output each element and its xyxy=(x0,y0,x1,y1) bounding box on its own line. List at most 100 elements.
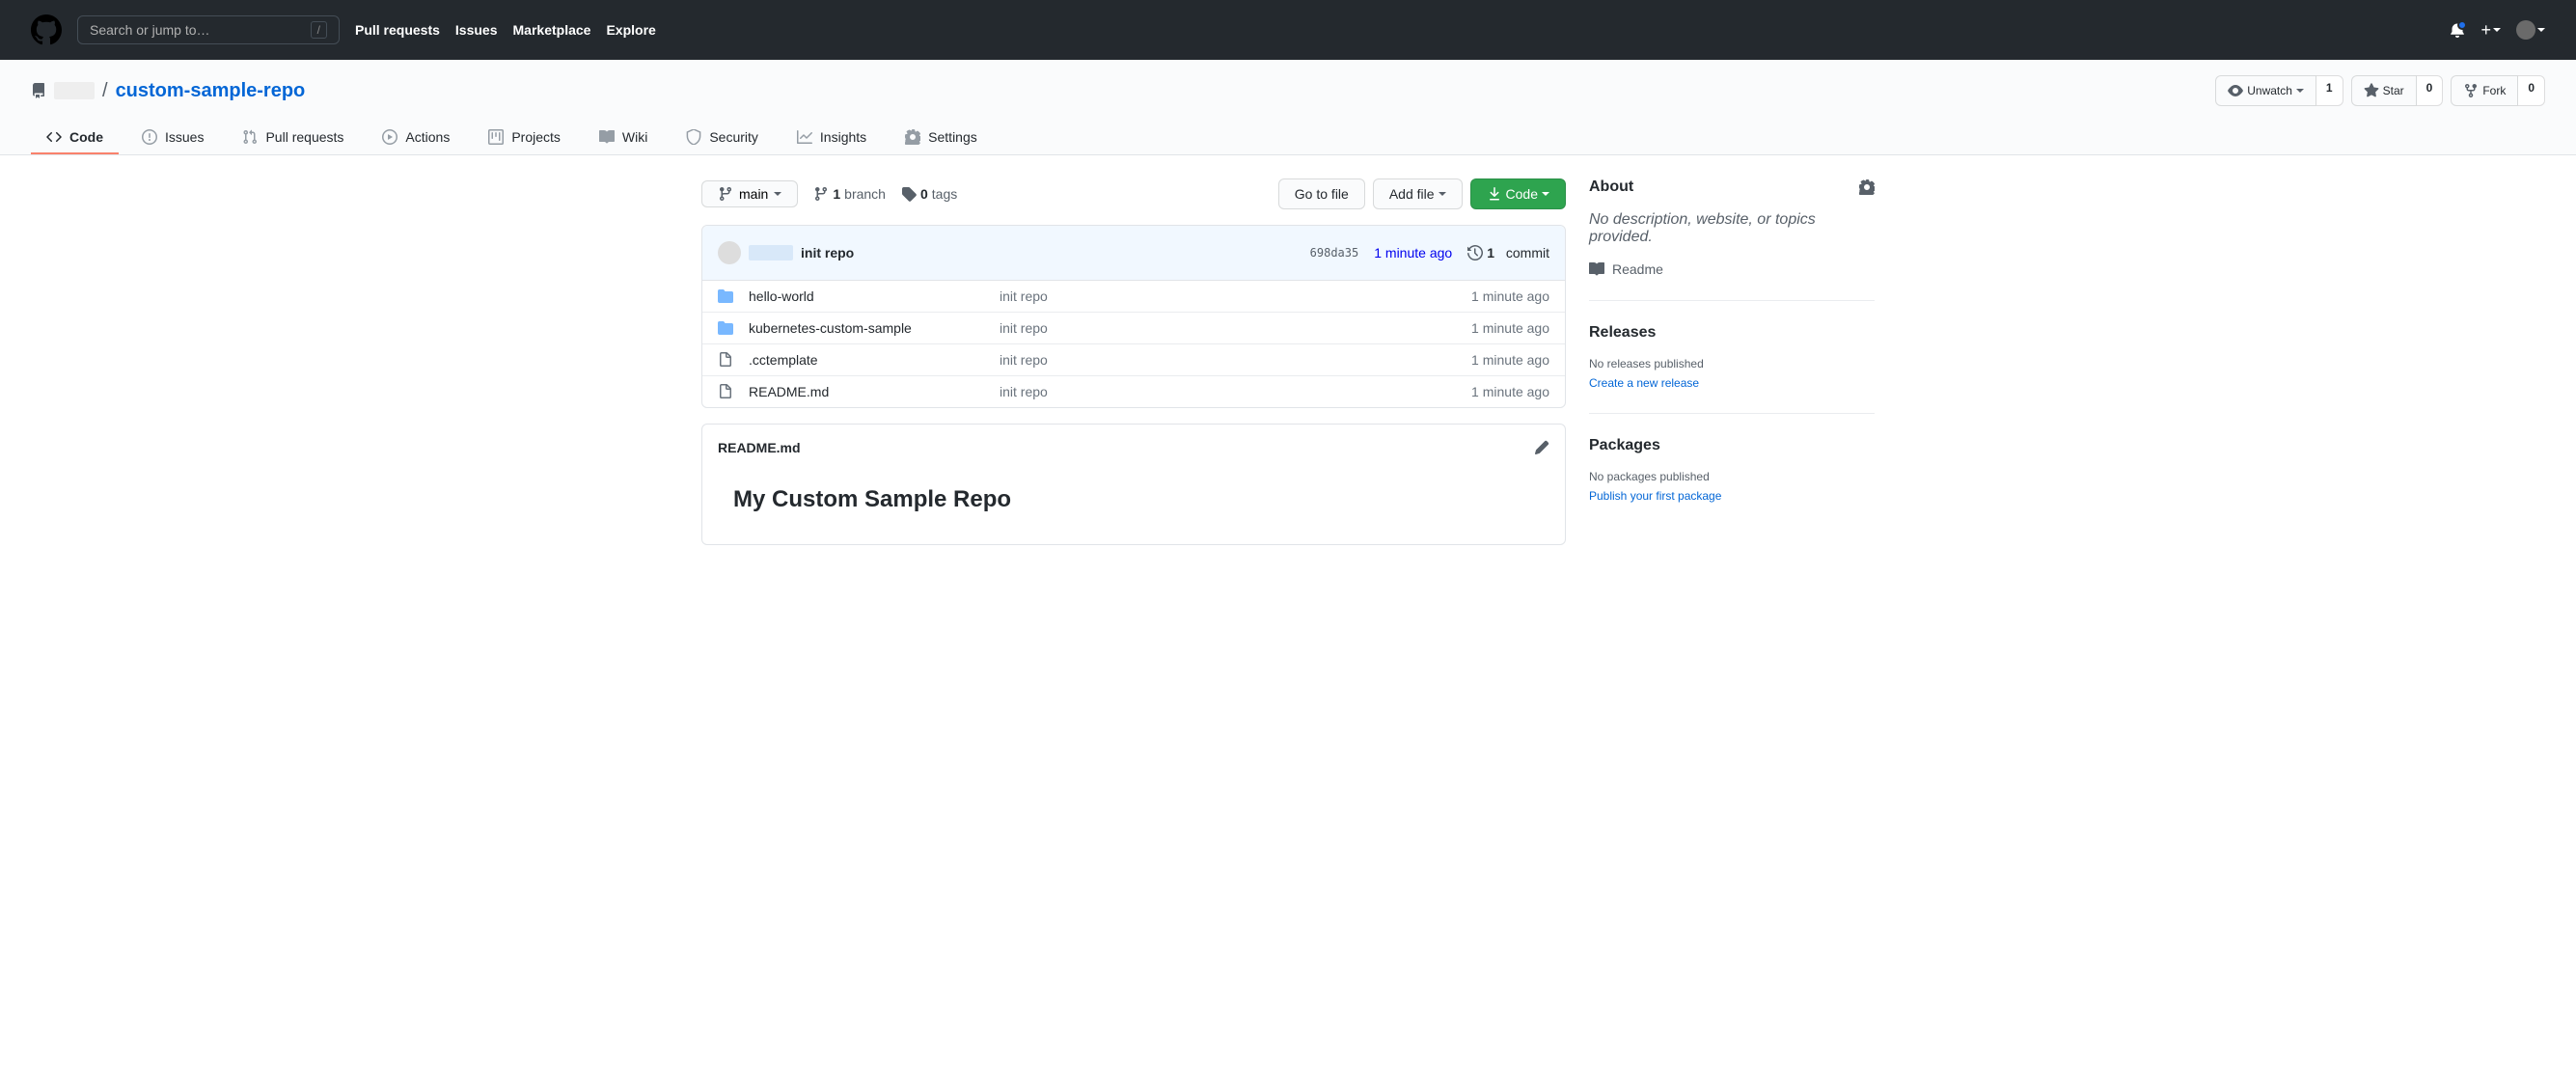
file-list-box: init repo 698da35 1 minute ago 1 commit … xyxy=(701,225,1566,408)
gear-icon xyxy=(905,129,920,145)
tab-insights[interactable]: Insights xyxy=(781,122,882,154)
file-time: 1 minute ago xyxy=(1471,320,1549,336)
branch-icon xyxy=(718,186,733,202)
star-icon xyxy=(2364,83,2379,98)
file-row: .cctemplate init repo 1 minute ago xyxy=(702,344,1565,376)
add-file-button[interactable]: Add file xyxy=(1373,178,1463,209)
repo-icon xyxy=(31,83,46,98)
tab-settings[interactable]: Settings xyxy=(890,122,993,154)
file-row: hello-world init repo 1 minute ago xyxy=(702,281,1565,313)
file-commit-link[interactable]: init repo xyxy=(1000,320,1048,336)
unwatch-button[interactable]: Unwatch xyxy=(2215,75,2316,106)
notification-indicator xyxy=(2457,20,2467,30)
repo-name[interactable]: custom-sample-repo xyxy=(116,80,306,102)
packages-empty: No packages published xyxy=(1589,470,1875,483)
latest-commit-bar: init repo 698da35 1 minute ago 1 commit xyxy=(702,226,1565,281)
releases-section: Releases No releases published Create a … xyxy=(1589,324,1875,414)
pr-icon xyxy=(242,129,258,145)
file-icon xyxy=(718,352,733,368)
repo-owner[interactable] xyxy=(54,82,95,99)
search-input[interactable] xyxy=(90,22,311,38)
tag-icon xyxy=(901,186,917,202)
tab-actions[interactable]: Actions xyxy=(367,122,465,154)
readme-heading: My Custom Sample Repo xyxy=(733,486,1534,513)
file-commit-link[interactable]: init repo xyxy=(1000,352,1048,368)
search-box[interactable]: / xyxy=(77,15,340,44)
book-icon xyxy=(1589,261,1604,277)
edit-about-button[interactable] xyxy=(1859,179,1875,195)
releases-title: Releases xyxy=(1589,324,1656,342)
commit-time[interactable]: 1 minute ago xyxy=(1374,245,1452,260)
readme-filename: README.md xyxy=(718,440,801,455)
user-menu[interactable] xyxy=(2516,20,2545,40)
folder-icon xyxy=(718,288,733,304)
tab-pull-requests[interactable]: Pull requests xyxy=(227,122,359,154)
repo-title: / custom-sample-repo xyxy=(31,80,305,102)
nav-explore[interactable]: Explore xyxy=(606,22,655,38)
pencil-icon xyxy=(1534,440,1549,455)
create-new-dropdown[interactable]: + xyxy=(2480,20,2501,41)
branches-link[interactable]: 1 branch xyxy=(813,186,886,202)
file-time: 1 minute ago xyxy=(1471,384,1549,399)
edit-readme-button[interactable] xyxy=(1534,440,1549,455)
readme-link[interactable]: Readme xyxy=(1589,261,1875,277)
code-icon xyxy=(46,129,62,145)
publish-package-link[interactable]: Publish your first package xyxy=(1589,489,1721,503)
commit-author-name[interactable] xyxy=(749,245,793,260)
watch-button-group: Unwatch 1 xyxy=(2215,75,2343,106)
global-header: / Pull requests Issues Marketplace Explo… xyxy=(0,0,2576,60)
commit-author-avatar[interactable] xyxy=(718,241,741,264)
code-download-button[interactable]: Code xyxy=(1470,178,1566,209)
file-commit-link[interactable]: init repo xyxy=(1000,288,1048,304)
fork-button-group: Fork 0 xyxy=(2451,75,2545,106)
file-time: 1 minute ago xyxy=(1471,288,1549,304)
file-name-link[interactable]: README.md xyxy=(749,384,829,399)
watchers-count[interactable]: 1 xyxy=(2316,75,2343,106)
packages-section: Packages No packages published Publish y… xyxy=(1589,437,1875,526)
repo-header: / custom-sample-repo Unwatch 1 Star 0 xyxy=(0,60,2576,155)
file-name-link[interactable]: .cctemplate xyxy=(749,352,818,368)
file-time: 1 minute ago xyxy=(1471,352,1549,368)
tab-issues[interactable]: Issues xyxy=(126,122,219,154)
github-logo[interactable] xyxy=(31,14,62,45)
nav-issues[interactable]: Issues xyxy=(455,22,498,38)
commit-sha[interactable]: 698da35 xyxy=(1310,246,1359,260)
notifications-button[interactable] xyxy=(2450,22,2465,38)
search-slash-hint: / xyxy=(311,21,327,39)
file-name-link[interactable]: hello-world xyxy=(749,288,814,304)
packages-title: Packages xyxy=(1589,437,1660,454)
file-name-link[interactable]: kubernetes-custom-sample xyxy=(749,320,912,336)
forks-count[interactable]: 0 xyxy=(2518,75,2545,106)
about-description: No description, website, or topics provi… xyxy=(1589,211,1875,246)
tab-code[interactable]: Code xyxy=(31,122,119,154)
branch-select-button[interactable]: main xyxy=(701,180,798,207)
folder-icon xyxy=(718,320,733,336)
file-row: README.md init repo 1 minute ago xyxy=(702,376,1565,407)
about-title: About xyxy=(1589,178,1633,196)
file-icon xyxy=(718,384,733,399)
file-row: kubernetes-custom-sample init repo 1 minut… xyxy=(702,313,1565,344)
star-button[interactable]: Star xyxy=(2351,75,2417,106)
go-to-file-button[interactable]: Go to file xyxy=(1278,178,1365,209)
tab-security[interactable]: Security xyxy=(671,122,774,154)
stargazers-count[interactable]: 0 xyxy=(2417,75,2444,106)
avatar xyxy=(2516,20,2535,40)
tab-wiki[interactable]: Wiki xyxy=(584,122,663,154)
create-release-link[interactable]: Create a new release xyxy=(1589,376,1699,390)
eye-icon xyxy=(2228,83,2243,98)
commit-message[interactable]: init repo xyxy=(801,245,854,260)
fork-button[interactable]: Fork xyxy=(2451,75,2518,106)
commits-count-link[interactable]: 1 commit xyxy=(1467,245,1549,260)
nav-marketplace[interactable]: Marketplace xyxy=(513,22,591,38)
tab-projects[interactable]: Projects xyxy=(473,122,576,154)
history-icon xyxy=(1467,245,1483,260)
project-icon xyxy=(488,129,504,145)
fork-icon xyxy=(2463,83,2479,98)
file-commit-link[interactable]: init repo xyxy=(1000,384,1048,399)
tags-link[interactable]: 0 tags xyxy=(901,186,957,202)
nav-pull-requests[interactable]: Pull requests xyxy=(355,22,440,38)
download-icon xyxy=(1487,186,1502,202)
file-navigation: main 1 branch 0 tags Go to file Add file xyxy=(701,178,1566,209)
issue-icon xyxy=(142,129,157,145)
readme-box: README.md My Custom Sample Repo xyxy=(701,424,1566,545)
